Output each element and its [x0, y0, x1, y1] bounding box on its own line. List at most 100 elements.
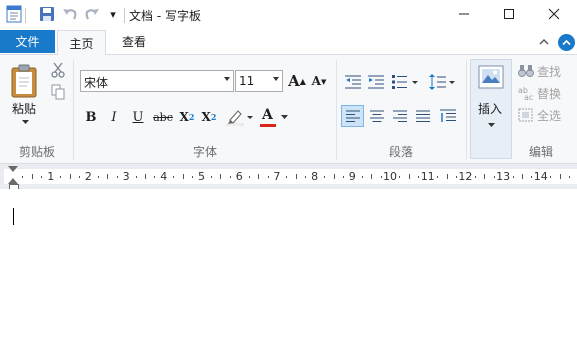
- ruler-half-tick: [220, 174, 222, 179]
- ruler-half-tick: [333, 174, 335, 179]
- increase-indent-button[interactable]: [366, 72, 386, 92]
- font-group-label: 字体: [192, 145, 217, 159]
- help-button[interactable]: [558, 34, 575, 51]
- paragraph-group-label: 段落: [388, 145, 413, 159]
- line-spacing-icon: [429, 74, 455, 90]
- chevron-down-icon: [488, 123, 495, 127]
- ruler-half-tick: [559, 174, 561, 179]
- ruler-quarter-dot: [399, 176, 401, 178]
- ruler-half-tick: [295, 174, 297, 179]
- svg-text:ac: ac: [524, 93, 533, 100]
- insert-button[interactable]: 插入: [470, 59, 512, 159]
- ruler-number: 3: [122, 170, 130, 183]
- copy-icon[interactable]: [49, 83, 67, 101]
- decrease-indent-button[interactable]: [343, 72, 363, 92]
- group-separator: [73, 60, 74, 160]
- ruler-number: 10: [383, 170, 397, 183]
- minimize-icon: [459, 13, 469, 15]
- cut-icon[interactable]: [49, 61, 67, 79]
- ruler-quarter-dot: [474, 176, 476, 178]
- justify-button[interactable]: [413, 106, 433, 126]
- subscript-mark: 2: [188, 112, 195, 122]
- font-color-swatch: [260, 124, 276, 127]
- tab-file[interactable]: 文件: [0, 30, 55, 53]
- ruler-quarter-dot: [173, 176, 175, 178]
- customize-quick-access-icon[interactable]: ▾: [103, 4, 123, 24]
- replace-button[interactable]: ab ac 替换: [518, 84, 561, 102]
- superscript-mark: 2: [210, 112, 217, 122]
- maximize-button[interactable]: [488, 0, 530, 28]
- ruler-half-tick: [484, 174, 486, 179]
- align-left-icon: [345, 110, 360, 122]
- chevron-down-icon: [281, 115, 288, 119]
- close-button[interactable]: [533, 0, 575, 28]
- align-right-button[interactable]: [390, 106, 410, 126]
- align-left-button[interactable]: [341, 105, 364, 127]
- tab-view[interactable]: 查看: [110, 30, 158, 53]
- maximize-icon: [504, 9, 514, 19]
- ruler-quarter-dot: [324, 176, 325, 178]
- ruler-quarter-dot: [248, 176, 250, 178]
- replace-label: 替换: [537, 86, 562, 101]
- find-button[interactable]: 查找: [518, 62, 561, 80]
- line-spacing-button[interactable]: [428, 72, 458, 92]
- align-center-icon: [370, 110, 384, 122]
- ruler-number: 8: [311, 170, 319, 183]
- bold-button[interactable]: B: [81, 107, 101, 127]
- superscript-base: X: [201, 110, 211, 124]
- superscript-button[interactable]: X2: [199, 107, 219, 127]
- ruler-half-tick: [446, 174, 448, 179]
- font-color-button[interactable]: A: [258, 107, 288, 127]
- decrease-indent-icon: [345, 75, 361, 89]
- ruler-quarter-dot: [569, 176, 571, 178]
- chevron-up-icon: [539, 39, 549, 45]
- ruler-half-tick: [182, 174, 184, 179]
- ruler-half-tick: [145, 174, 146, 179]
- ruler-half-tick: [69, 174, 71, 179]
- ruler-half-tick: [258, 174, 260, 179]
- bullets-button[interactable]: [391, 72, 421, 92]
- ruler-half-tick: [107, 174, 109, 179]
- font-family-select[interactable]: 宋体: [80, 70, 234, 92]
- ruler-number: 9: [348, 170, 356, 183]
- font-size-value: 11: [239, 74, 255, 88]
- font-size-select[interactable]: 11: [235, 70, 283, 92]
- ruler-number: 12: [458, 170, 473, 183]
- subscript-button[interactable]: X2: [177, 107, 197, 127]
- tab-home[interactable]: 主页: [57, 30, 106, 55]
- first-line-indent-marker[interactable]: [8, 166, 18, 172]
- app-icon[interactable]: [4, 4, 24, 24]
- find-label: 查找: [537, 64, 562, 79]
- ruler-quarter-dot: [97, 176, 99, 178]
- undo-icon[interactable]: [60, 4, 80, 24]
- customize-arrow: ▾: [110, 7, 116, 21]
- group-separator: [336, 60, 337, 160]
- ruler-number: 4: [160, 170, 168, 183]
- strikethrough-button[interactable]: abc: [151, 107, 175, 127]
- minimize-button[interactable]: [443, 0, 485, 28]
- quick-access-separator: [25, 8, 26, 23]
- paste-dropdown-icon[interactable]: [22, 118, 29, 127]
- shrink-font-button[interactable]: A ▼: [309, 71, 329, 91]
- save-icon[interactable]: [37, 4, 57, 24]
- ruler-number: 13: [496, 170, 511, 183]
- font-family-value: 宋体: [84, 76, 109, 90]
- redo-icon[interactable]: [82, 4, 102, 24]
- select-all-label: 全选: [537, 108, 562, 123]
- ruler-quarter-dot: [22, 176, 24, 178]
- chevron-down-icon: [224, 77, 230, 81]
- paragraph-settings-button[interactable]: [438, 106, 458, 126]
- align-right-icon: [393, 110, 407, 122]
- italic-button[interactable]: I: [104, 107, 124, 127]
- collapse-ribbon-button[interactable]: [535, 33, 553, 51]
- clipboard-group-label: 剪贴板: [18, 145, 55, 159]
- ruler-half-tick: [408, 174, 410, 179]
- highlight-button[interactable]: [225, 107, 255, 127]
- grow-font-label: A: [288, 72, 300, 90]
- document-area[interactable]: [0, 189, 577, 342]
- grow-font-button[interactable]: A ▲: [287, 71, 307, 91]
- align-center-button[interactable]: [367, 106, 387, 126]
- underline-button[interactable]: U: [128, 107, 148, 127]
- ruler-quarter-dot: [210, 176, 212, 178]
- select-all-button[interactable]: 全选: [518, 106, 561, 124]
